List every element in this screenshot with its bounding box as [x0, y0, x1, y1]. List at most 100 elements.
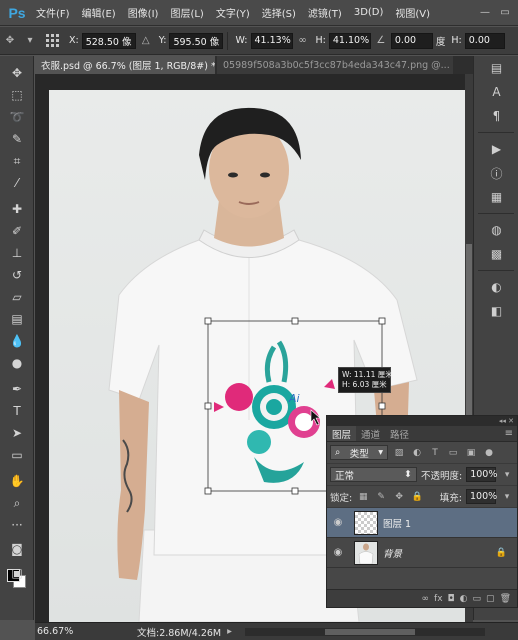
quick-select-icon[interactable]: ✎ [0, 128, 34, 150]
link-layers-icon[interactable]: ∞ [422, 594, 430, 604]
layer-name[interactable]: 背景 [383, 546, 402, 560]
crop-tool-icon[interactable]: ⌗ [0, 150, 34, 172]
panel-menu-icon[interactable]: ≡ [505, 426, 513, 441]
fill-field[interactable]: 100% [466, 489, 497, 504]
adjustments-icon[interactable]: ◐ [474, 275, 518, 299]
layer-name[interactable]: 图层 1 [383, 516, 411, 530]
history-icon[interactable]: ▤ [474, 56, 518, 80]
eraser-icon[interactable]: ▱ [0, 286, 34, 308]
blur-tool-icon[interactable]: 💧 [0, 330, 34, 352]
lock-transparent-icon[interactable]: ▦ [356, 490, 370, 504]
minimize-icon[interactable]: — [476, 4, 494, 20]
character-icon[interactable]: A [474, 80, 518, 104]
menu-edit[interactable]: 编辑(E) [76, 5, 122, 20]
visibility-eye-icon[interactable]: ◉ [327, 547, 349, 558]
menu-3d[interactable]: 3D(D) [348, 7, 390, 18]
scrollbar-thumb[interactable] [325, 629, 415, 635]
reference-point-icon[interactable] [46, 33, 60, 48]
horizontal-scrollbar[interactable] [245, 628, 485, 636]
eyedropper-icon[interactable]: ⁄ [0, 172, 34, 194]
filter-smart-icon[interactable]: ▣ [464, 446, 478, 460]
transform-tool-icon[interactable]: ✥ [0, 32, 20, 50]
new-layer-icon[interactable]: ▢ [486, 594, 495, 604]
info-icon[interactable]: ⓘ [474, 161, 518, 185]
x-position-field[interactable]: 528.50 像 [81, 32, 136, 49]
lock-all-icon[interactable]: 🔒 [410, 490, 424, 504]
hand-tool-icon[interactable]: ✋ [0, 470, 34, 492]
color-icon[interactable]: ◍ [474, 218, 518, 242]
adjustment-layer-icon[interactable]: ◐ [460, 594, 468, 604]
more-tools-icon[interactable]: ··· [0, 514, 34, 536]
menu-layer[interactable]: 图层(L) [164, 5, 209, 20]
h-skew-field[interactable]: 0.00 [464, 32, 505, 49]
filter-type-select[interactable]: ⌕ 类型 ▾ [330, 445, 388, 460]
menu-image[interactable]: 图像(I) [122, 5, 165, 20]
marquee-tool-icon[interactable]: ⬚ [0, 84, 34, 106]
chevron-down-icon[interactable]: ▾ [500, 490, 514, 504]
filter-text-icon[interactable]: T [428, 446, 442, 460]
y-position-field[interactable]: 595.50 像 [169, 32, 224, 49]
visibility-eye-icon[interactable]: ◉ [327, 517, 349, 528]
pen-tool-icon[interactable]: ✒ [0, 378, 34, 400]
gradient-tool-icon[interactable]: ▤ [0, 308, 34, 330]
swatches-icon[interactable]: ▩ [474, 242, 518, 266]
tab-active-document[interactable]: 衣服.psd @ 66.7% (图层 1, RGB/8#) * × [35, 56, 215, 74]
x-label: X: [69, 35, 79, 46]
screen-mode-icon[interactable]: ▣ [0, 562, 34, 584]
move-tool-icon[interactable]: ✥ [0, 62, 34, 84]
lock-position-icon[interactable]: ✥ [392, 490, 406, 504]
opacity-label: 不透明度: [420, 470, 463, 482]
shape-tool-icon[interactable]: ▭ [0, 444, 34, 466]
delta-icon[interactable]: △ [136, 32, 156, 50]
filter-toggle-icon[interactable]: ● [482, 446, 496, 460]
filter-adjust-icon[interactable]: ◐ [410, 446, 424, 460]
zoom-level[interactable]: 66.67% [35, 626, 79, 637]
styles-icon[interactable]: ◧ [474, 299, 518, 323]
angle-field[interactable]: 0.00 [390, 32, 433, 49]
lasso-tool-icon[interactable]: ➰ [0, 106, 34, 128]
filter-pixel-icon[interactable]: ▨ [392, 446, 406, 460]
width-field[interactable]: 41.13% [250, 32, 293, 49]
lock-pixels-icon[interactable]: ✎ [374, 490, 388, 504]
menu-filter[interactable]: 滤镜(T) [302, 5, 348, 20]
status-bar: 66.67% 文档:2.86M/4.26M ▸ [35, 622, 518, 640]
delete-layer-icon[interactable]: 🗑 [500, 594, 511, 604]
quick-mask-icon[interactable]: ◙ [0, 538, 34, 560]
collapse-icon[interactable]: ◂◂ ✕ [499, 417, 514, 425]
link-icon[interactable]: ∞ [293, 32, 313, 50]
options-bar: ✥ ▾ X: 528.50 像 △ Y: 595.50 像 W: 41.13% … [0, 27, 518, 55]
actions-icon[interactable]: ▶ [474, 137, 518, 161]
blend-mode-select[interactable]: 正常 ⬍ [330, 467, 417, 482]
layer-row-background[interactable]: ◉ 背景 🔒 [327, 538, 517, 568]
chevron-down-icon[interactable]: ▾ [500, 468, 514, 482]
layer-row-layer1[interactable]: ◉ 图层 1 [327, 508, 517, 538]
chevron-down-icon[interactable]: ▾ [20, 32, 40, 50]
healing-brush-icon[interactable]: ✚ [0, 198, 34, 220]
path-select-icon[interactable]: ➤ [0, 422, 34, 444]
menu-file[interactable]: 文件(F) [30, 5, 76, 20]
dodge-tool-icon[interactable]: ● [0, 352, 34, 374]
add-mask-icon[interactable]: ◘ [448, 594, 455, 604]
paragraph-icon[interactable]: ¶ [474, 104, 518, 128]
layer-style-icon[interactable]: fx [434, 594, 443, 604]
layer-comps-icon[interactable]: ▦ [474, 185, 518, 209]
new-group-icon[interactable]: ▭ [473, 594, 482, 604]
tab-paths[interactable]: 路径 [385, 426, 414, 441]
filter-shape-icon[interactable]: ▭ [446, 446, 460, 460]
transform-info-tooltip: W: 11.11 厘米 H: 6.03 厘米 [338, 367, 393, 393]
brush-tool-icon[interactable]: ✐ [0, 220, 34, 242]
maximize-icon[interactable]: ▭ [496, 4, 514, 20]
menu-view[interactable]: 视图(V) [389, 5, 436, 20]
menu-select[interactable]: 选择(S) [256, 5, 302, 20]
menu-type[interactable]: 文字(Y) [210, 5, 256, 20]
status-menu-arrow-icon[interactable]: ▸ [227, 626, 232, 637]
type-tool-icon[interactable]: T [0, 400, 34, 422]
zoom-tool-icon[interactable]: ⌕ [0, 492, 34, 514]
tab-inactive-document[interactable]: 05989f508a3b0c5f3cc87b4eda343c47.png @..… [217, 56, 453, 74]
height-field[interactable]: 41.10% [328, 32, 371, 49]
opacity-field[interactable]: 100% [466, 467, 497, 482]
tab-channels[interactable]: 通道 [356, 426, 385, 441]
tab-layers[interactable]: 图层 [327, 426, 357, 441]
history-brush-icon[interactable]: ↺ [0, 264, 34, 286]
clone-stamp-icon[interactable]: ⊥ [0, 242, 34, 264]
